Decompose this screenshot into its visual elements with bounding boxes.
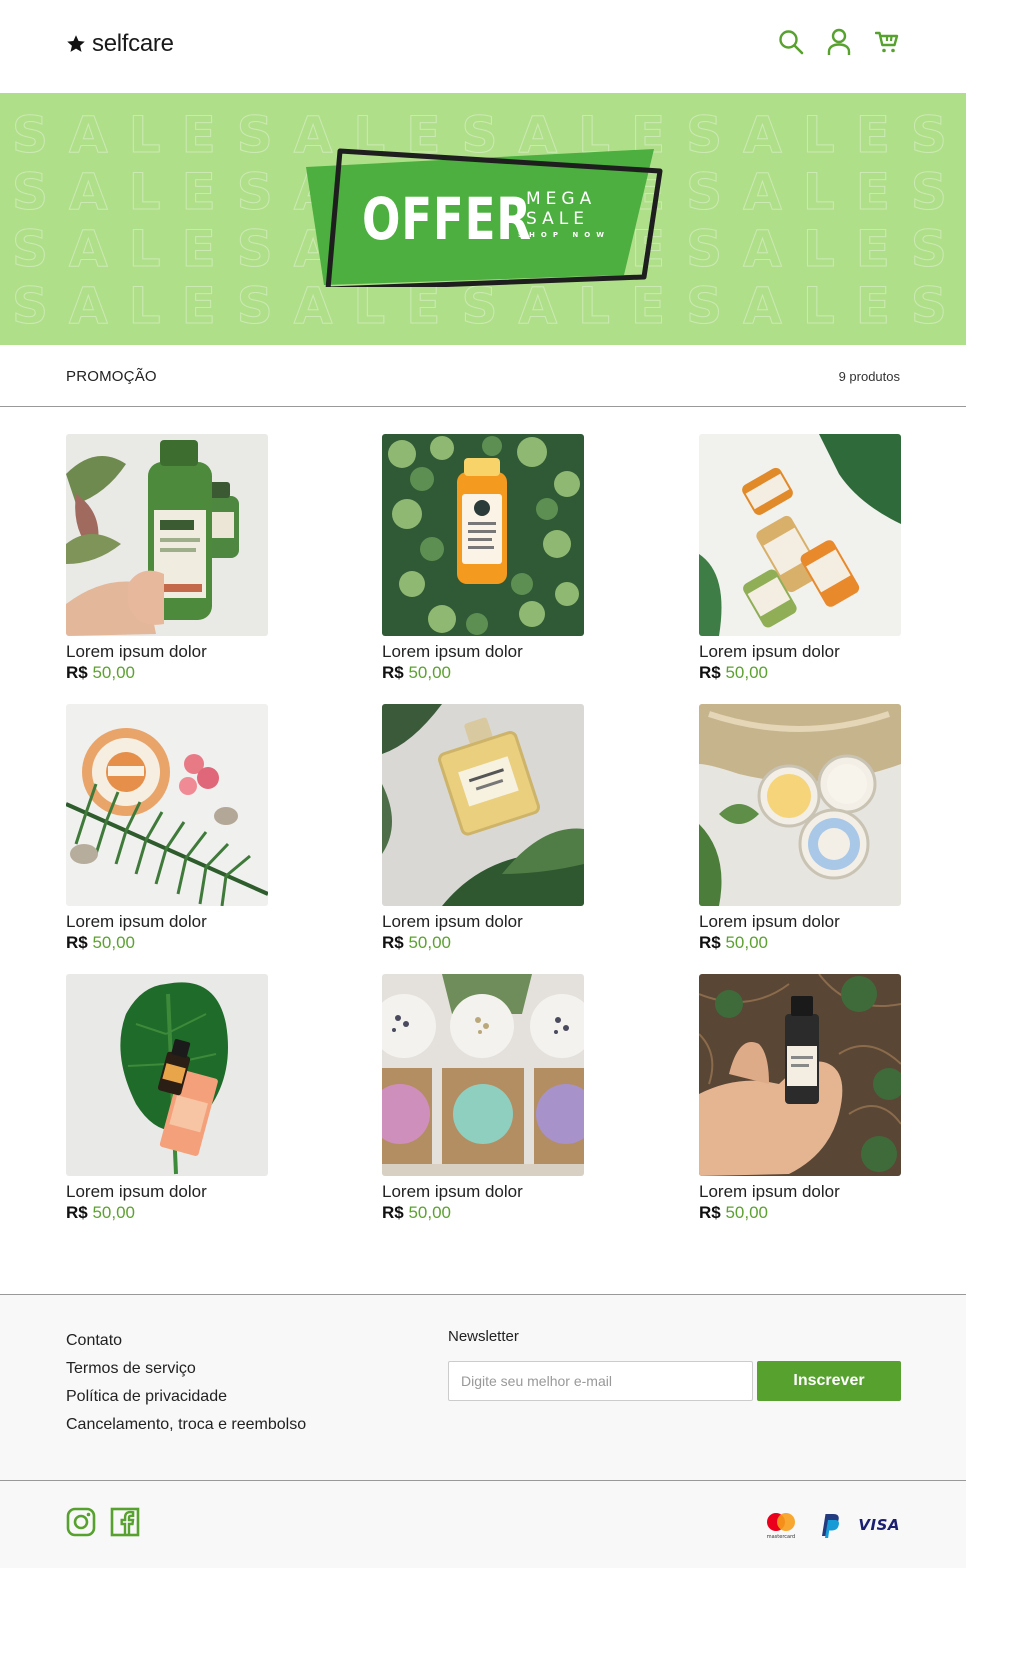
price-currency: R$ (382, 663, 404, 682)
price-currency: R$ (66, 663, 88, 682)
brand-name: selfcare (92, 30, 174, 57)
search-icon[interactable] (778, 28, 804, 56)
user-icon[interactable] (826, 28, 852, 56)
footer-link-contact[interactable]: Contato (66, 1327, 306, 1355)
price-currency: R$ (66, 1203, 88, 1222)
shop-now-text: SHOP NOW (518, 231, 610, 239)
price-value: 50,00 (92, 933, 136, 952)
page: selfcare SALESALESALESALESALE SALESALESA… (0, 0, 966, 1568)
product-price: R$ 50,00 (382, 1202, 584, 1224)
product-name[interactable]: Lorem ipsum dolor (382, 642, 584, 662)
mastercard-icon: mastercard (767, 1513, 796, 1539)
product-price: R$ 50,00 (699, 932, 901, 954)
product-card[interactable]: Lorem ipsum dolor R$ 50,00 (699, 434, 901, 684)
mega-sale-text: MEGA SALE (526, 189, 596, 229)
newsletter-form: Inscrever (448, 1361, 901, 1401)
offer-text: OFFER (362, 185, 532, 253)
site-header: selfcare (0, 0, 966, 93)
price-currency: R$ (699, 1203, 721, 1222)
price-currency: R$ (66, 933, 88, 952)
instagram-icon[interactable] (66, 1507, 96, 1537)
price-value: 50,00 (408, 1203, 452, 1222)
product-image[interactable] (382, 974, 584, 1176)
site-footer: Contato Termos de serviço Política de pr… (0, 1294, 966, 1480)
payment-methods: mastercard VISA (764, 1511, 900, 1539)
product-name[interactable]: Lorem ipsum dolor (699, 912, 901, 932)
product-card[interactable]: Lorem ipsum dolor R$ 50,00 (699, 704, 901, 954)
brand-logo[interactable]: selfcare (66, 30, 174, 58)
product-name[interactable]: Lorem ipsum dolor (66, 1182, 268, 1202)
sale-line: SALE (526, 209, 589, 229)
facebook-icon[interactable] (110, 1507, 140, 1537)
footer-links: Contato Termos de serviço Política de pr… (66, 1327, 306, 1439)
product-grid: Lorem ipsum dolor R$ 50,00 Lorem ipsum d… (0, 407, 966, 1294)
product-name[interactable]: Lorem ipsum dolor (382, 912, 584, 932)
newsletter-email-input[interactable] (448, 1361, 753, 1401)
product-image[interactable] (699, 704, 901, 906)
product-card[interactable]: Lorem ipsum dolor R$ 50,00 (66, 974, 268, 1224)
price-currency: R$ (699, 933, 721, 952)
product-image[interactable] (66, 704, 268, 906)
product-image[interactable] (382, 704, 584, 906)
subscribe-button[interactable]: Inscrever (757, 1361, 901, 1401)
price-currency: R$ (699, 663, 721, 682)
paypal-icon (822, 1514, 840, 1538)
product-name[interactable]: Lorem ipsum dolor (66, 642, 268, 662)
newsletter-title: Newsletter (448, 1328, 519, 1345)
product-name[interactable]: Lorem ipsum dolor (382, 1182, 584, 1202)
social-links (66, 1507, 140, 1537)
collection-title: PROMOÇÃO (66, 368, 157, 385)
price-value: 50,00 (92, 663, 136, 682)
price-value: 50,00 (92, 1203, 136, 1222)
product-card[interactable]: Lorem ipsum dolor R$ 50,00 (382, 704, 584, 954)
product-image[interactable] (66, 434, 268, 636)
mastercard-label: mastercard (767, 1534, 795, 1539)
product-card[interactable]: Lorem ipsum dolor R$ 50,00 (382, 434, 584, 684)
price-value: 50,00 (725, 663, 769, 682)
price-currency: R$ (382, 933, 404, 952)
product-image[interactable] (382, 434, 584, 636)
product-price: R$ 50,00 (699, 1202, 901, 1224)
product-name[interactable]: Lorem ipsum dolor (699, 642, 901, 662)
footer-link-terms[interactable]: Termos de serviço (66, 1355, 306, 1383)
cart-icon[interactable] (874, 28, 900, 56)
product-price: R$ 50,00 (382, 662, 584, 684)
product-price: R$ 50,00 (699, 662, 901, 684)
product-image[interactable] (699, 974, 901, 1176)
product-count: 9 produtos (838, 369, 900, 384)
product-card[interactable]: Lorem ipsum dolor R$ 50,00 (66, 704, 268, 954)
collection-bar: PROMOÇÃO 9 produtos (0, 345, 966, 407)
product-price: R$ 50,00 (382, 932, 584, 954)
product-card[interactable]: Lorem ipsum dolor R$ 50,00 (382, 974, 584, 1224)
product-card[interactable]: Lorem ipsum dolor R$ 50,00 (66, 434, 268, 684)
price-value: 50,00 (408, 933, 452, 952)
product-price: R$ 50,00 (66, 932, 268, 954)
star-icon (67, 35, 85, 52)
bottom-bar: mastercard VISA (0, 1480, 966, 1568)
price-value: 50,00 (408, 663, 452, 682)
price-value: 50,00 (725, 933, 769, 952)
price-currency: R$ (382, 1203, 404, 1222)
header-actions (778, 28, 900, 56)
product-price: R$ 50,00 (66, 662, 268, 684)
price-value: 50,00 (725, 1203, 769, 1222)
product-name[interactable]: Lorem ipsum dolor (66, 912, 268, 932)
footer-link-privacy[interactable]: Política de privacidade (66, 1383, 306, 1411)
product-price: R$ 50,00 (66, 1202, 268, 1224)
product-image[interactable] (66, 974, 268, 1176)
footer-link-refund[interactable]: Cancelamento, troca e reembolso (66, 1411, 306, 1439)
offer-badge: OFFER MEGA SALE SHOP NOW (304, 147, 664, 292)
newsletter: Newsletter Inscrever (448, 1327, 901, 1401)
product-name[interactable]: Lorem ipsum dolor (699, 1182, 901, 1202)
visa-logo: VISA (858, 1516, 900, 1534)
product-card[interactable]: Lorem ipsum dolor R$ 50,00 (699, 974, 901, 1224)
promo-banner[interactable]: SALESALESALESALESALE SALESALESALESALESAL… (0, 93, 966, 345)
product-image[interactable] (699, 434, 901, 636)
mega-line: MEGA (526, 189, 597, 209)
